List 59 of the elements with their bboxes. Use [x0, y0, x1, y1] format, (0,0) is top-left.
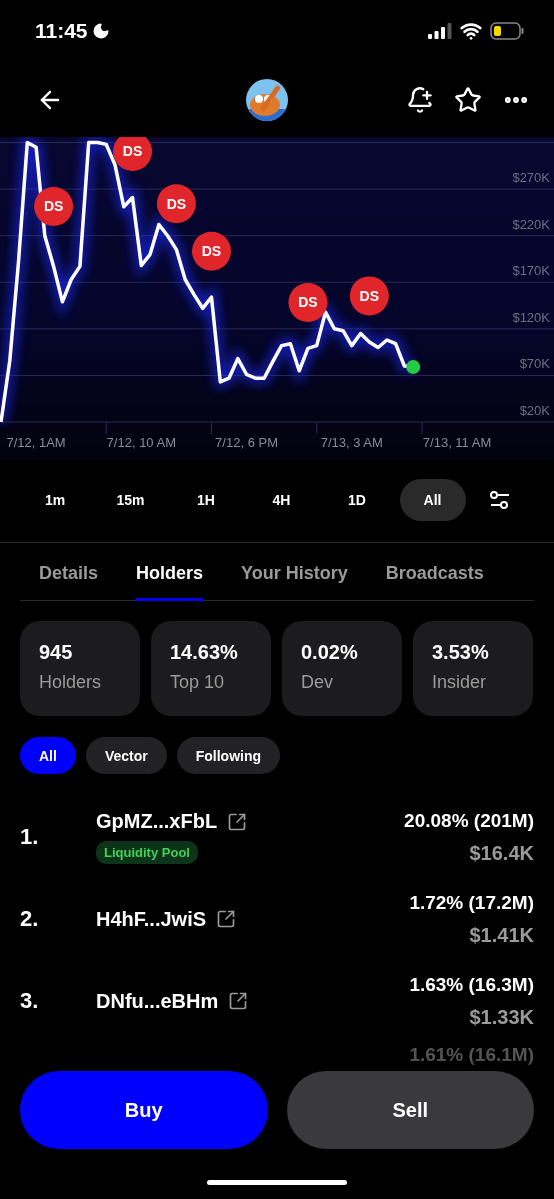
y-axis-label: $220K [512, 216, 550, 232]
holder-value: $1.41K [469, 923, 534, 947]
holder-tag: Liquidity Pool [96, 841, 198, 864]
x-axis-label: 7/13, 11 AM [422, 435, 492, 450]
section-tab[interactable]: Details [39, 563, 99, 601]
stat-value: 14.63% [170, 641, 239, 664]
timeframe-tab[interactable]: 4H [248, 479, 315, 521]
sell-button[interactable]: Sell [286, 1071, 534, 1149]
stat-value: 0.02% [301, 641, 359, 664]
stat-value: 3.53% [432, 641, 490, 664]
timeframe-tab[interactable]: 1m [22, 479, 88, 521]
stat-label: Insider [432, 672, 488, 693]
holder-share: 20.08% (201M) [404, 809, 534, 832]
holder-value: $16.4K [469, 841, 534, 865]
filter-chip[interactable]: Vector [85, 737, 167, 774]
filter-chip[interactable]: All [20, 737, 76, 774]
y-axis-label: $20K [519, 403, 550, 418]
section-tab[interactable]: Your History [241, 563, 348, 601]
section-tab[interactable]: Broadcasts [385, 563, 484, 601]
holder-address[interactable]: GpMZ...xFbL [96, 810, 218, 833]
holder-rank: 3. [20, 988, 40, 1014]
status-time: 11:45 [35, 19, 88, 43]
chart-settings-button[interactable] [489, 491, 511, 509]
wifi-icon [460, 20, 482, 42]
timeframe-tab[interactable]: 1D [324, 479, 390, 521]
holder-rank: 1. [20, 824, 40, 850]
external-link-icon[interactable] [227, 811, 248, 832]
bell-plus-button[interactable] [406, 85, 434, 114]
favorite-button[interactable] [454, 85, 482, 114]
x-axis-label: 7/12, 1AM [6, 435, 66, 450]
battery-icon [490, 22, 524, 40]
signal-icon [428, 23, 452, 39]
external-link-icon[interactable] [216, 909, 237, 929]
section-tab[interactable]: Holders [136, 563, 204, 601]
external-link-icon[interactable] [228, 991, 249, 1011]
y-axis-label: $70K [519, 356, 550, 372]
y-axis-label: $170K [512, 263, 550, 279]
holder-rank: 2. [20, 906, 40, 932]
holder-address[interactable]: H4hF...JwiS [96, 907, 207, 931]
x-axis-label: 7/12, 6 PM [215, 435, 278, 450]
x-axis-label: 7/13, 3 AM [320, 435, 383, 450]
timeframe-tab[interactable]: 1H [173, 479, 239, 521]
x-axis-label: 7/12, 10 AM [106, 435, 176, 450]
y-axis-label: $120K [512, 309, 550, 325]
moon-icon [91, 22, 110, 40]
timeframe-tab[interactable]: 15m [97, 479, 164, 521]
holder-share: 1.72% (17.2M) [409, 891, 534, 914]
timeframe-tab[interactable]: All [399, 479, 466, 521]
stat-label: Dev [301, 672, 334, 693]
holder-address[interactable]: DNfu...eBHm [96, 989, 219, 1013]
stat-label: Top 10 [170, 672, 226, 693]
holder-value: $1.33K [469, 1005, 534, 1029]
y-axis-label: $270K [512, 170, 550, 186]
filter-chip[interactable]: Following [176, 737, 281, 774]
holder-share: 1.61% (16.1M) [409, 1044, 534, 1066]
holder-share: 1.63% (16.3M) [409, 973, 534, 996]
buy-button[interactable]: Buy [20, 1071, 268, 1149]
stat-label: Holders [39, 672, 103, 693]
stat-value: 945 [39, 641, 74, 664]
